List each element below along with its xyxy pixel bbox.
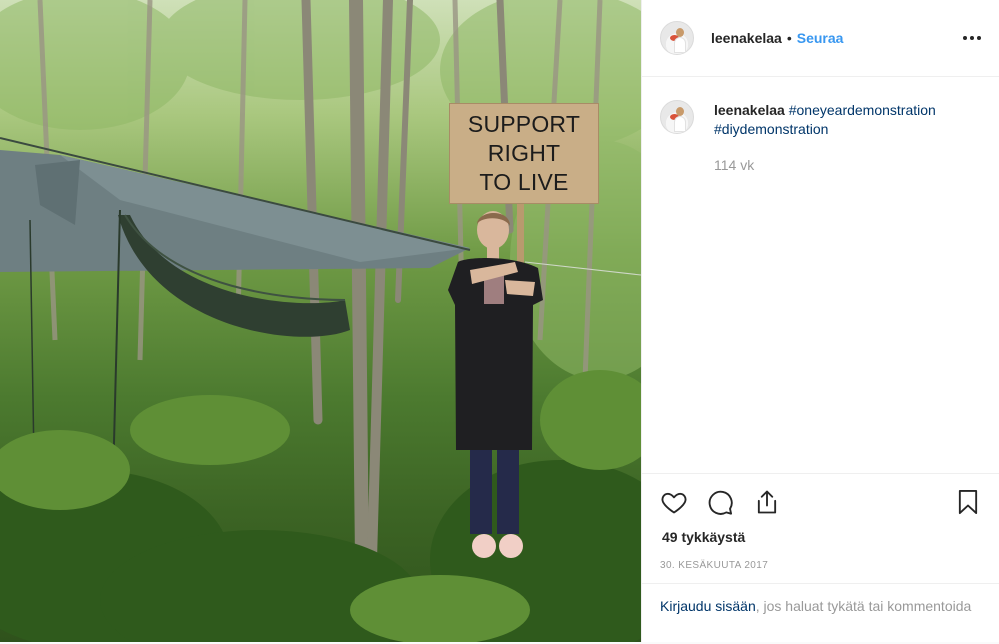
instagram-post: SUPPORT RIGHT TO LIVE leenakelaa • Seura… [0,0,999,642]
post-photo[interactable]: SUPPORT RIGHT TO LIVE [0,0,641,642]
login-prompt: Kirjaudu sisään, jos haluat tykätä tai k… [642,583,999,644]
login-link[interactable]: Kirjaudu sisään [660,598,756,614]
comment-icon[interactable] [706,488,734,516]
avatar[interactable] [660,21,694,55]
likes-count[interactable]: 49 tykkäystä [662,529,745,545]
share-icon[interactable] [753,488,781,516]
sign-line: RIGHT [487,140,561,166]
login-prompt-text: , jos haluat tykätä tai kommentoida [755,598,972,614]
hashtag-link[interactable]: #diydemonstration [714,121,828,137]
bookmark-icon[interactable] [954,488,982,516]
protest-sign: SUPPORT RIGHT TO LIVE [449,103,599,204]
follow-button[interactable]: Seuraa [797,30,844,46]
sign-line: SUPPORT [467,111,581,137]
post-header: leenakelaa • Seuraa [642,0,999,77]
caption-text: leenakelaa #oneyeardemonstration #diydem… [714,100,936,139]
post-sidebar: leenakelaa • Seuraa leenakelaa #oneyeard… [641,0,999,642]
action-icons-row [660,488,982,518]
post-actions: 49 tykkäystä 30. KESÄKUUTA 2017 Kirjaudu… [642,473,999,643]
caption-time-ago[interactable]: 114 vk [714,157,754,173]
post-caption: leenakelaa #oneyeardemonstration #diydem… [660,100,980,139]
header-username[interactable]: leenakelaa [711,30,782,46]
post-date[interactable]: 30. KESÄKUUTA 2017 [660,560,768,571]
hashtag-link[interactable]: #oneyeardemonstration [789,102,936,118]
forest-scene-illustration [0,0,641,642]
separator-dot: • [786,30,792,46]
more-horizontal-icon[interactable] [962,28,982,48]
heart-icon[interactable] [660,488,688,516]
sign-line: TO LIVE [479,169,569,195]
avatar[interactable] [660,100,694,134]
caption-username[interactable]: leenakelaa [714,102,785,118]
